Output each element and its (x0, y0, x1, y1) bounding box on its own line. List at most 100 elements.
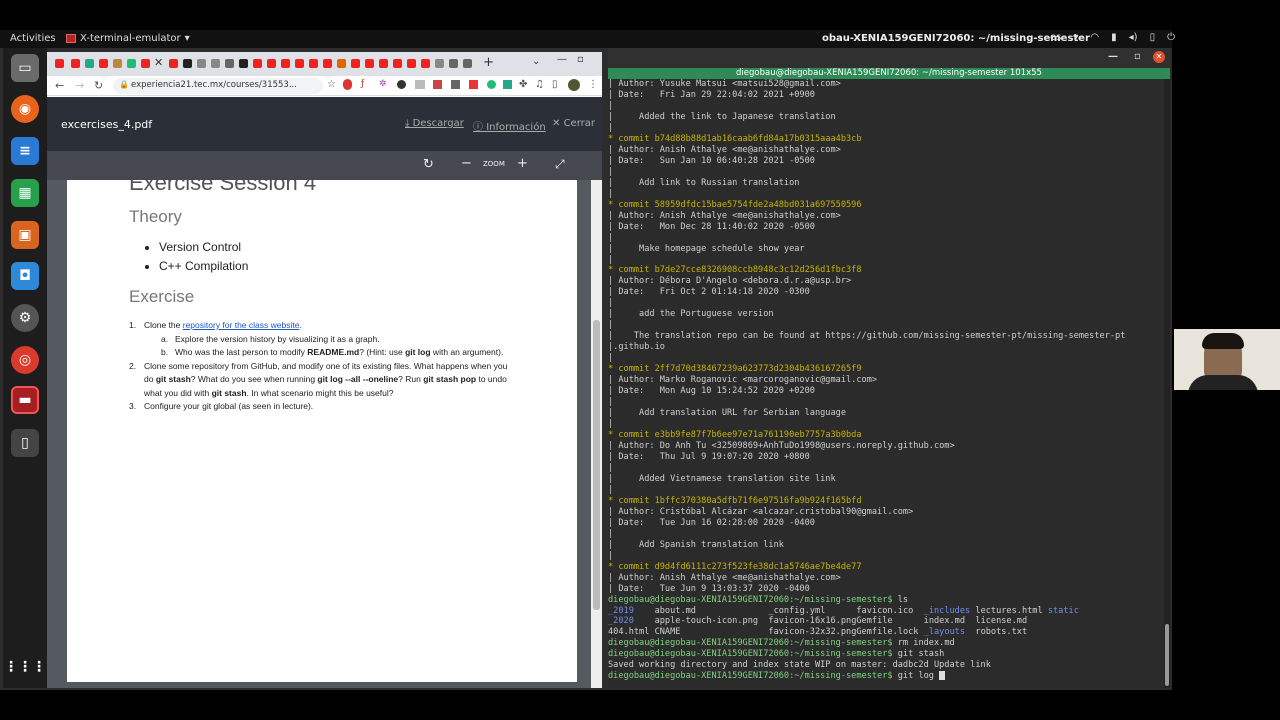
reload-icon[interactable]: ↻ (94, 79, 103, 92)
youtube-tab-icon[interactable] (379, 59, 388, 68)
terminal-scrollbar[interactable] (1164, 79, 1170, 688)
google-tab-icon[interactable] (211, 59, 220, 68)
extension-icon[interactable] (469, 80, 478, 89)
firefox-icon[interactable]: ◉ (11, 95, 39, 123)
google-tab-icon[interactable] (435, 59, 444, 68)
tab-icon[interactable] (449, 59, 458, 68)
app-menu[interactable]: X-terminal-emulator ▾ (66, 33, 190, 44)
scrollbar-thumb[interactable] (593, 320, 600, 610)
network-icon[interactable]: ▾ (1073, 32, 1078, 43)
impress-icon[interactable]: ▣ (11, 221, 39, 249)
youtube-tab-icon[interactable] (281, 59, 290, 68)
battery-icon[interactable]: ▯ (1150, 32, 1156, 43)
download-link[interactable]: ⤓ Descargar (405, 118, 464, 129)
exercise-1b: b. Who was the last person to modify REA… (161, 347, 504, 357)
info-link[interactable]: ⓘ Información (473, 118, 546, 133)
extension-icon[interactable] (433, 80, 442, 89)
youtube-tab-icon[interactable] (421, 59, 430, 68)
wifi-icon[interactable]: ◠ (1090, 32, 1099, 43)
back-icon[interactable]: ← (55, 79, 64, 92)
youtube-tab-icon[interactable] (407, 59, 416, 68)
settings-icon[interactable]: ⚙ (11, 304, 39, 332)
bookmark-star-icon[interactable]: ☆ (327, 79, 336, 90)
maximize-icon[interactable]: ▫ (577, 54, 584, 65)
fullscreen-icon[interactable]: ⤢ (555, 157, 565, 172)
microphone-icon[interactable]: ▮ (1111, 32, 1117, 43)
system-tray[interactable]: es ▾ ◠ ▮ ◂) ▯ ⏻ (1050, 32, 1175, 43)
scrollbar-thumb[interactable] (1165, 624, 1169, 686)
maximize-icon[interactable]: ▫ (1134, 51, 1141, 62)
keyboard-language[interactable]: es (1050, 32, 1061, 43)
extension-icon[interactable] (415, 80, 425, 89)
extension-icon[interactable] (451, 80, 460, 89)
youtube-tab-icon[interactable] (295, 59, 304, 68)
extension-icon[interactable] (487, 80, 496, 89)
top-bar: Activities X-terminal-emulator ▾ obau-XE… (0, 30, 1175, 48)
github-tab-icon[interactable] (183, 59, 192, 68)
writer-icon[interactable]: ≡ (11, 137, 39, 165)
repository-link[interactable]: repository for the class website (183, 320, 300, 330)
tab-icon[interactable] (239, 59, 248, 68)
tab-icon[interactable] (225, 59, 234, 68)
zoom-in-icon[interactable]: + (517, 156, 528, 171)
close-icon[interactable]: ✕ (1153, 51, 1165, 63)
close-tab-icon[interactable]: ✕ (154, 56, 163, 69)
youtube-tab-icon[interactable] (169, 59, 178, 68)
lock-icon: 🔒 (119, 80, 129, 89)
media-control-icon[interactable]: ♫ (535, 79, 544, 90)
side-panel-icon[interactable]: ▯ (552, 79, 558, 90)
youtube-tab-icon[interactable] (71, 59, 80, 68)
extensions-puzzle-icon[interactable]: ✤ (519, 79, 527, 90)
show-apps-icon[interactable]: ⋮⋮⋮ (4, 653, 46, 681)
media-player-icon[interactable]: ▯ (11, 429, 39, 457)
exercise-text: . (299, 320, 302, 330)
software-icon[interactable]: ◘ (11, 262, 39, 290)
tab-search-icon[interactable]: ⌄ (532, 56, 540, 67)
more-menu-icon[interactable]: ⋮ (588, 79, 598, 90)
calc-icon[interactable]: ▦ (11, 179, 39, 207)
minimize-icon[interactable]: — (557, 54, 567, 65)
extension-icon[interactable]: ƒ (361, 79, 364, 89)
terminal-output[interactable]: | Author: Yusuke Matsui <matsui528@gmail… (608, 79, 1164, 688)
youtube-tab-icon[interactable] (55, 59, 64, 68)
close-link[interactable]: ✕ Cerrar (552, 118, 595, 129)
terminal-tab[interactable]: diegobau@diegobau-XENIA159GENI72060: ~/m… (608, 68, 1170, 79)
youtube-tab-icon[interactable] (351, 59, 360, 68)
activities-button[interactable]: Activities (10, 33, 56, 44)
youtube-tab-icon[interactable] (253, 59, 262, 68)
address-bar[interactable]: 🔒 experiencia21.tec.mx/courses/31553... (113, 78, 323, 94)
youtube-tab-icon[interactable] (267, 59, 276, 68)
youtube-tab-icon[interactable] (99, 59, 108, 68)
forward-icon[interactable]: → (75, 79, 84, 92)
youtube-tab-icon[interactable] (365, 59, 374, 68)
drive-tab-icon[interactable] (127, 59, 136, 68)
youtube-tab-icon[interactable] (393, 59, 402, 68)
extension-icon[interactable] (503, 80, 512, 89)
pdf-scrollbar[interactable] (591, 180, 602, 688)
tab-icon[interactable] (337, 59, 346, 68)
terminal-app-icon (66, 34, 76, 43)
minimize-icon[interactable]: — (1108, 51, 1118, 62)
zoom-out-icon[interactable]: − (461, 156, 472, 171)
youtube-tab-icon[interactable] (323, 59, 332, 68)
chrome-icon[interactable]: ◎ (11, 346, 39, 374)
message-line: | Make homepage schedule show year (608, 243, 805, 254)
terminal-line: | (608, 188, 614, 199)
extension-icon[interactable] (343, 79, 352, 90)
google-tab-icon[interactable] (197, 59, 206, 68)
power-icon[interactable]: ⏻ (1167, 32, 1175, 43)
terminal-icon[interactable]: ▬ (11, 386, 39, 414)
youtube-tab-icon[interactable] (141, 59, 150, 68)
files-icon[interactable]: ▭ (11, 54, 39, 82)
extension-icon[interactable]: ✲ (379, 79, 387, 89)
extension-icon[interactable] (397, 80, 406, 89)
avatar[interactable] (568, 79, 580, 91)
tab-icon[interactable] (85, 59, 94, 68)
youtube-tab-icon[interactable] (309, 59, 318, 68)
new-tab-icon[interactable]: + (483, 55, 494, 70)
volume-icon[interactable]: ◂) (1129, 32, 1138, 43)
tab-icon[interactable] (463, 59, 472, 68)
tab-icon[interactable] (113, 59, 122, 68)
rotate-icon[interactable]: ↻ (423, 157, 434, 172)
terminal-line: | (608, 462, 614, 473)
